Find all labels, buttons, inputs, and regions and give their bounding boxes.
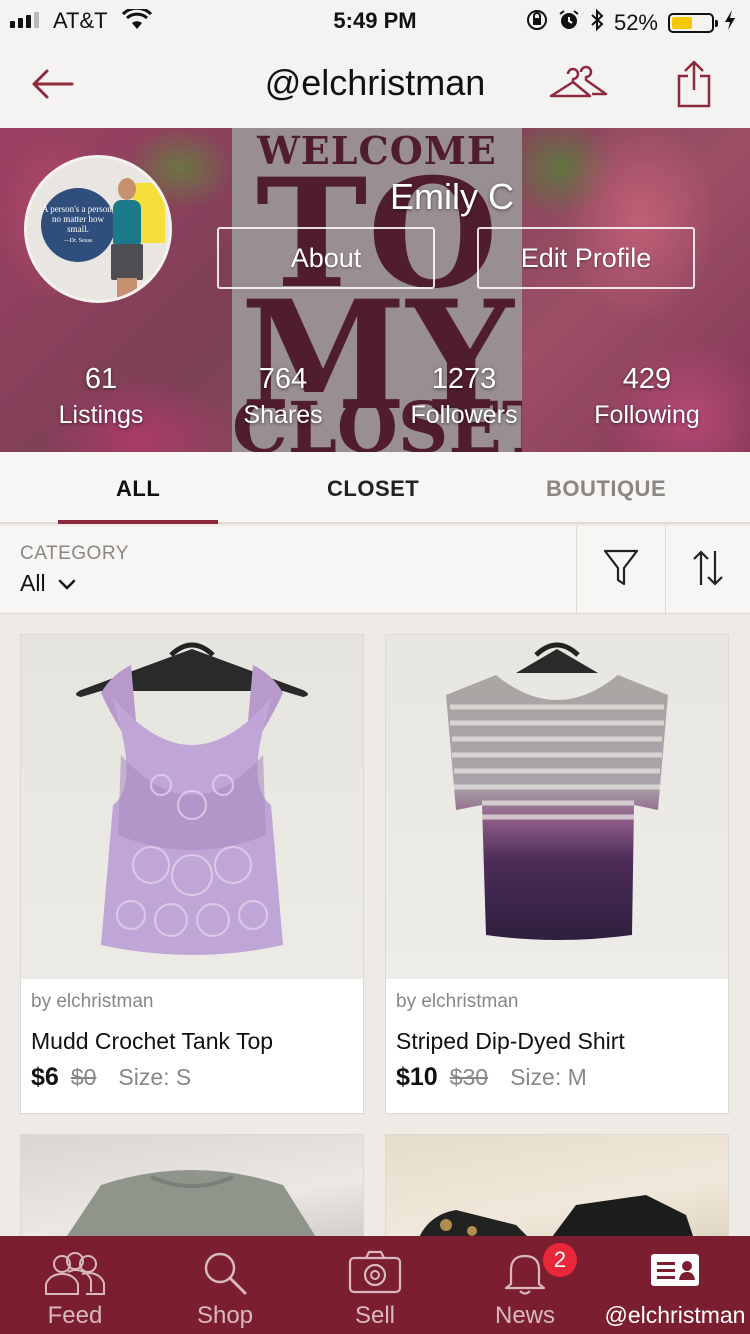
stat-value: 764 (258, 363, 308, 395)
tab-label: News (494, 1302, 555, 1329)
tab-news[interactable]: News (450, 1236, 600, 1334)
stat-label: Listings (58, 401, 144, 429)
alarm-icon (558, 9, 580, 37)
closet-tabs: ALL CLOSET BOUTIQUE (0, 452, 750, 524)
hanger-icon[interactable] (546, 58, 610, 110)
listing-photo[interactable] (386, 1135, 728, 1243)
stat-label: Followers (410, 401, 518, 429)
listing-photo[interactable] (21, 635, 363, 979)
bottom-tab-bar: Feed Shop Sell News @elchristman (0, 1236, 750, 1334)
tab-label: Feed (47, 1302, 103, 1329)
stat-following[interactable]: 429 Following (557, 362, 737, 434)
top-nav-bar: @elchristman (0, 40, 750, 128)
listing-photo[interactable] (21, 1135, 363, 1243)
tab-label: Sell (354, 1302, 396, 1329)
news-badge: 2 (542, 1242, 578, 1278)
edit-profile-button[interactable]: Edit Profile (477, 227, 695, 289)
charging-icon (724, 9, 736, 37)
listing-size: Size: M (510, 1064, 587, 1090)
tab-sell[interactable]: Sell (300, 1236, 450, 1334)
stat-value: 61 (84, 363, 118, 395)
listing-price: $6 (31, 1063, 59, 1091)
chevron-down-icon (58, 570, 76, 597)
listing-seller[interactable]: by elchristman (396, 991, 519, 1013)
tab-all[interactable]: ALL (116, 476, 160, 502)
people-icon (0, 1250, 150, 1298)
listing-card[interactable] (20, 1134, 364, 1244)
tab-closet[interactable]: CLOSET (327, 476, 419, 502)
profile-banner: WELCOME TO MY CLOSET A person's a person… (0, 128, 750, 452)
tab-shop[interactable]: Shop (150, 1236, 300, 1334)
avatar-quote: A person's a person, no matter how small… (41, 188, 115, 262)
battery-percent: 52% (613, 10, 658, 35)
share-icon[interactable] (666, 58, 722, 110)
tab-boutique[interactable]: BOUTIQUE (546, 476, 666, 502)
status-bar: AT&T 5:49 PM 52% (0, 0, 750, 40)
rotation-lock-icon (526, 9, 548, 37)
avatar[interactable]: A person's a person, no matter how small… (24, 155, 172, 303)
stat-label: Shares (243, 401, 323, 429)
listing-title[interactable]: Mudd Crochet Tank Top (31, 1028, 273, 1055)
category-value: All (20, 570, 46, 596)
filter-bar: CATEGORY All (0, 526, 750, 614)
category-dropdown[interactable]: All (20, 570, 76, 597)
profile-card-icon (600, 1250, 750, 1298)
stat-followers[interactable]: 1273 Followers (374, 362, 554, 434)
stat-value: 429 (622, 363, 672, 395)
battery-icon (668, 13, 718, 33)
stat-label: Following (594, 401, 700, 429)
listing-price: $10 (396, 1063, 438, 1091)
active-tab-indicator (58, 520, 218, 524)
listing-seller[interactable]: by elchristman (31, 991, 154, 1013)
filter-button[interactable] (576, 526, 664, 614)
listing-original-price: $30 (449, 1064, 489, 1090)
sort-button[interactable] (665, 526, 750, 614)
sort-icon (691, 549, 725, 592)
page-title: @elchristman (264, 62, 486, 103)
listing-card[interactable] (385, 1134, 729, 1244)
stat-listings[interactable]: 61 Listings (11, 362, 191, 434)
tab-profile[interactable]: @elchristman (600, 1236, 750, 1334)
listing-price-row: $6 $0 Size: S (31, 1063, 191, 1092)
listing-original-price: $0 (70, 1064, 97, 1090)
listing-price-row: $10 $30 Size: M (396, 1063, 587, 1092)
profile-name: Emily C (390, 176, 514, 217)
listing-photo[interactable] (386, 635, 728, 979)
tab-feed[interactable]: Feed (0, 1236, 150, 1334)
listing-card[interactable]: by elchristman Mudd Crochet Tank Top $6 … (20, 634, 364, 1114)
listing-size: Size: S (118, 1064, 192, 1090)
camera-icon (300, 1250, 450, 1298)
stat-value: 1273 (431, 363, 497, 395)
bluetooth-icon (590, 8, 604, 38)
category-label: CATEGORY (20, 543, 129, 564)
about-button[interactable]: About (217, 227, 435, 289)
stat-shares[interactable]: 764 Shares (193, 362, 373, 434)
tab-label: @elchristman (604, 1302, 746, 1328)
tab-label: Shop (196, 1302, 254, 1329)
funnel-icon (603, 549, 639, 592)
listing-title[interactable]: Striped Dip-Dyed Shirt (396, 1028, 625, 1055)
search-icon (150, 1250, 300, 1298)
listing-card[interactable]: by elchristman Striped Dip-Dyed Shirt $1… (385, 634, 729, 1114)
